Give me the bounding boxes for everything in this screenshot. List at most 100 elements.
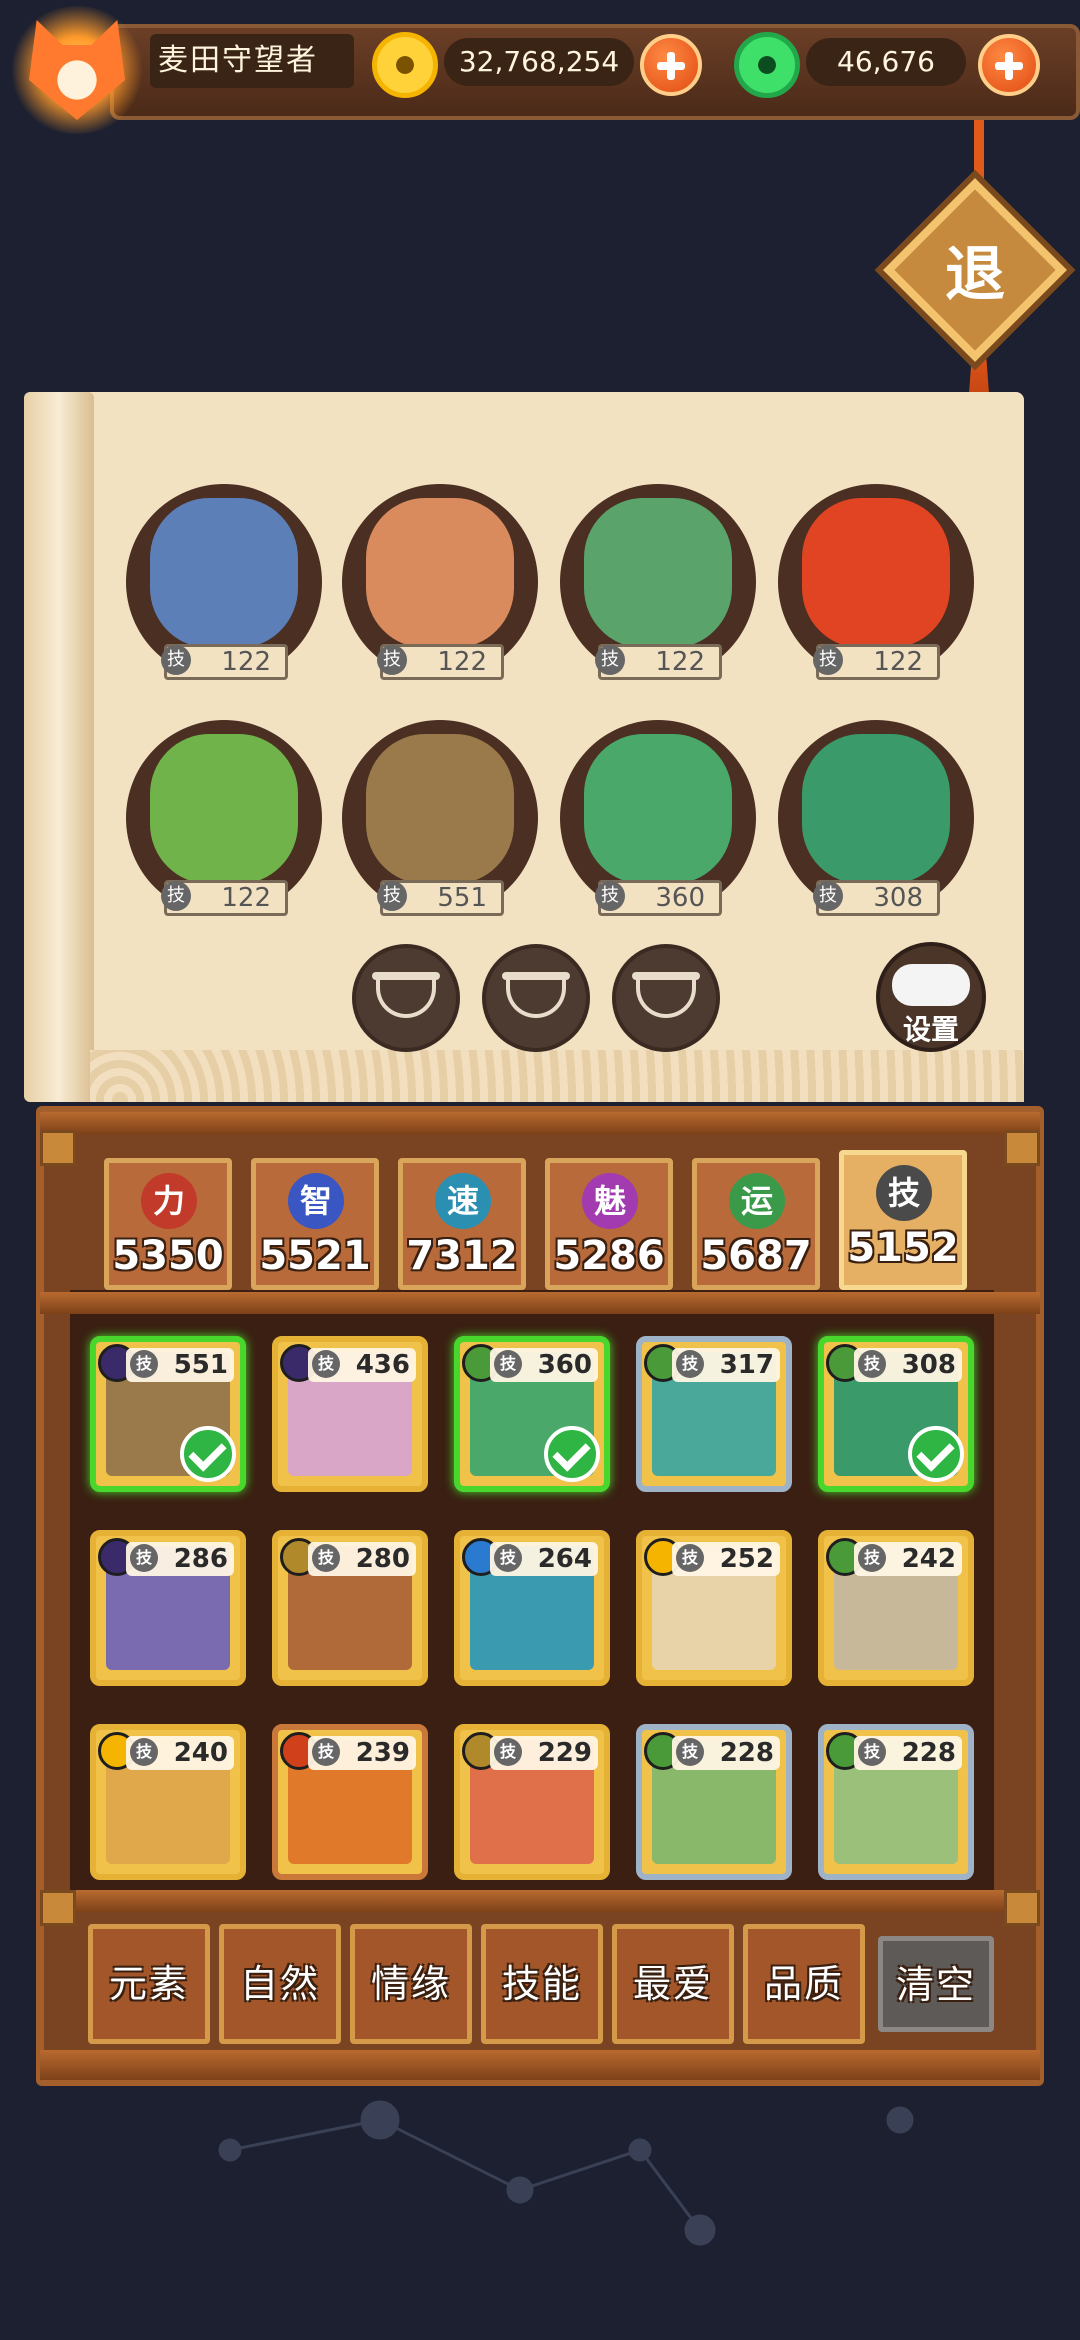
hero-power-value: 436 [355,1350,410,1380]
empty-slot-bowl-icon[interactable] [612,944,720,1052]
tech-icon: 技 [130,1350,158,1378]
hero-card[interactable]: 技 242 [818,1530,974,1686]
empty-slot-bowl-icon[interactable] [352,944,460,1052]
stat-tab[interactable]: 智 5521 [251,1158,379,1290]
stat-tab[interactable]: 技 5152 [839,1150,967,1290]
hero-card[interactable]: 技 360 [454,1336,610,1492]
tech-icon: 技 [161,881,191,911]
hero-card[interactable]: 技 228 [818,1724,974,1880]
hero-power-value: 360 [655,883,705,913]
team-slot[interactable]: 技 308 [778,720,974,916]
cabinet-corner [40,1890,76,1926]
stat-icon: 技 [876,1165,932,1221]
hero-card[interactable]: 技 252 [636,1530,792,1686]
selected-check-icon [908,1426,964,1482]
jade-amount: 46,676 [806,38,966,86]
add-gold-button[interactable] [640,34,702,96]
filter-button[interactable]: 情缘 [350,1924,472,2044]
shelf [40,1890,1040,1912]
stat-tab[interactable]: 运 5687 [692,1158,820,1290]
team-slot[interactable]: 技 122 [126,484,322,680]
stat-value: 5350 [112,1233,224,1279]
hero-power-value: 308 [873,883,923,913]
tech-icon: 技 [130,1544,158,1572]
stat-tab[interactable]: 速 7312 [398,1158,526,1290]
hero-card[interactable]: 技 436 [272,1336,428,1492]
team-slot[interactable]: 技 551 [342,720,538,916]
team-slot[interactable]: 技 122 [342,484,538,680]
hero-card[interactable]: 技 551 [90,1336,246,1492]
hero-portrait [802,498,950,648]
clear-button[interactable]: 清空 [878,1936,994,2032]
player-name: 麦田守望者 [150,34,354,88]
team-slot[interactable]: 技 122 [778,484,974,680]
stat-value: 5286 [553,1233,665,1279]
hero-card[interactable]: 技 228 [636,1724,792,1880]
settings-button[interactable]: 设置 [876,942,986,1052]
empty-slot-bowl-icon[interactable] [482,944,590,1052]
filter-button[interactable]: 最爱 [612,1924,734,2044]
tech-icon: 技 [676,1738,704,1766]
filter-button[interactable]: 自然 [219,1924,341,2044]
hero-portrait [150,498,298,648]
add-jade-button[interactable] [978,34,1040,96]
hero-power-badge: 技 122 [595,644,722,680]
hero-card[interactable]: 技 286 [90,1530,246,1686]
hero-power-tag: 技 252 [672,1542,780,1576]
hero-power-tag: 技 239 [308,1736,416,1770]
hero-card[interactable]: 技 308 [818,1336,974,1492]
hero-card[interactable]: 技 239 [272,1724,428,1880]
hero-portrait [802,734,950,884]
hero-card[interactable]: 技 280 [272,1530,428,1686]
player-avatar[interactable] [8,6,146,134]
team-slot[interactable]: 技 360 [560,720,756,916]
filter-button[interactable]: 元素 [88,1924,210,2044]
tech-icon: 技 [595,645,625,675]
team-slot[interactable]: 技 122 [560,484,756,680]
hero-portrait [366,734,514,884]
hero-power-value: 551 [437,883,487,913]
stat-value: 7312 [406,1233,518,1279]
hero-power-badge: 技 308 [813,880,940,916]
hero-card[interactable]: 技 240 [90,1724,246,1880]
tech-icon: 技 [312,1544,340,1572]
stat-tab[interactable]: 魅 5286 [545,1158,673,1290]
stat-tab[interactable]: 力 5350 [104,1158,232,1290]
hero-power-value: 280 [355,1544,410,1574]
hero-power-tag: 技 280 [308,1542,416,1576]
hero-power-value: 122 [221,647,271,677]
hero-card[interactable]: 技 264 [454,1530,610,1686]
hero-card[interactable]: 技 229 [454,1724,610,1880]
cabinet-corner [1004,1130,1040,1166]
cabinet-corner [1004,1890,1040,1926]
tech-icon: 技 [813,881,843,911]
stat-icon: 速 [435,1173,491,1229]
hero-power-value: 239 [355,1738,410,1768]
tech-icon: 技 [676,1350,704,1378]
tech-icon: 技 [312,1738,340,1766]
exit-label: 退 [945,240,1005,310]
hero-card[interactable]: 技 317 [636,1336,792,1492]
gold-coin-icon [372,32,438,98]
tech-icon: 技 [858,1544,886,1572]
hero-power-value: 551 [173,1350,228,1380]
stat-icon: 运 [729,1173,785,1229]
hero-power-tag: 技 436 [308,1348,416,1382]
hero-power-tag: 技 228 [854,1736,962,1770]
hero-power-value: 122 [221,883,271,913]
hero-power-badge: 技 551 [377,880,504,916]
team-slot[interactable]: 技 122 [126,720,322,916]
tech-icon: 技 [161,645,191,675]
filter-button[interactable]: 技能 [481,1924,603,2044]
stat-icon: 魅 [582,1173,638,1229]
gamepad-icon [892,964,970,1006]
tech-icon: 技 [595,881,625,911]
filter-button[interactable]: 品质 [743,1924,865,2044]
tech-icon: 技 [813,645,843,675]
hero-power-tag: 技 317 [672,1348,780,1382]
selected-check-icon [180,1426,236,1482]
hero-power-tag: 技 229 [490,1736,598,1770]
selected-check-icon [544,1426,600,1482]
hero-portrait [584,734,732,884]
hero-power-badge: 技 122 [813,644,940,680]
